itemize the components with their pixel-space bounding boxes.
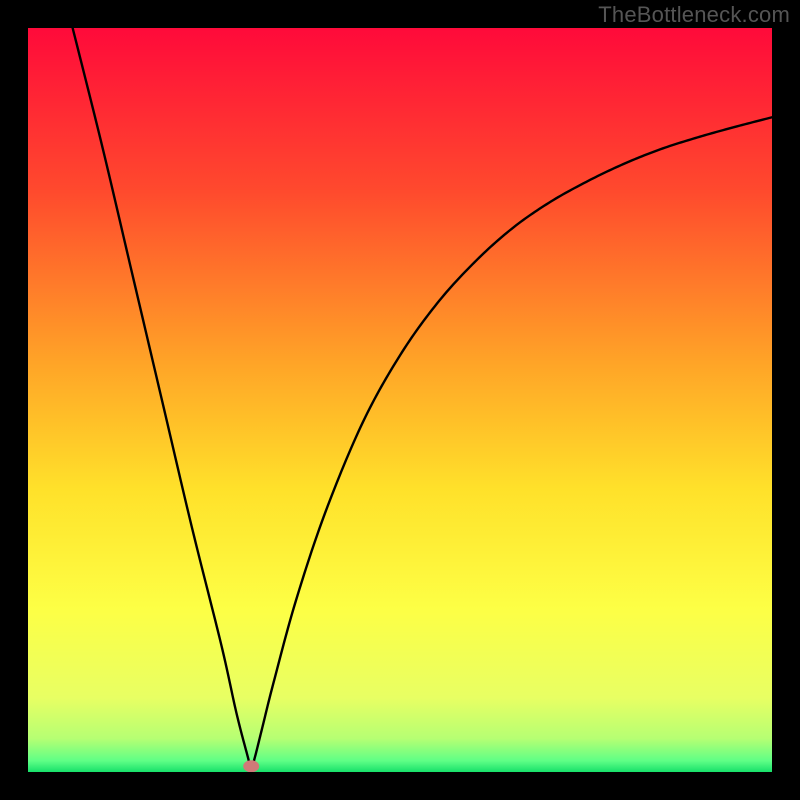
chart-svg (28, 28, 772, 772)
gradient-background (28, 28, 772, 772)
chart-plot-area (28, 28, 772, 772)
watermark-text: TheBottleneck.com (598, 2, 790, 28)
outer-frame: TheBottleneck.com (0, 0, 800, 800)
minimum-marker (243, 760, 259, 772)
